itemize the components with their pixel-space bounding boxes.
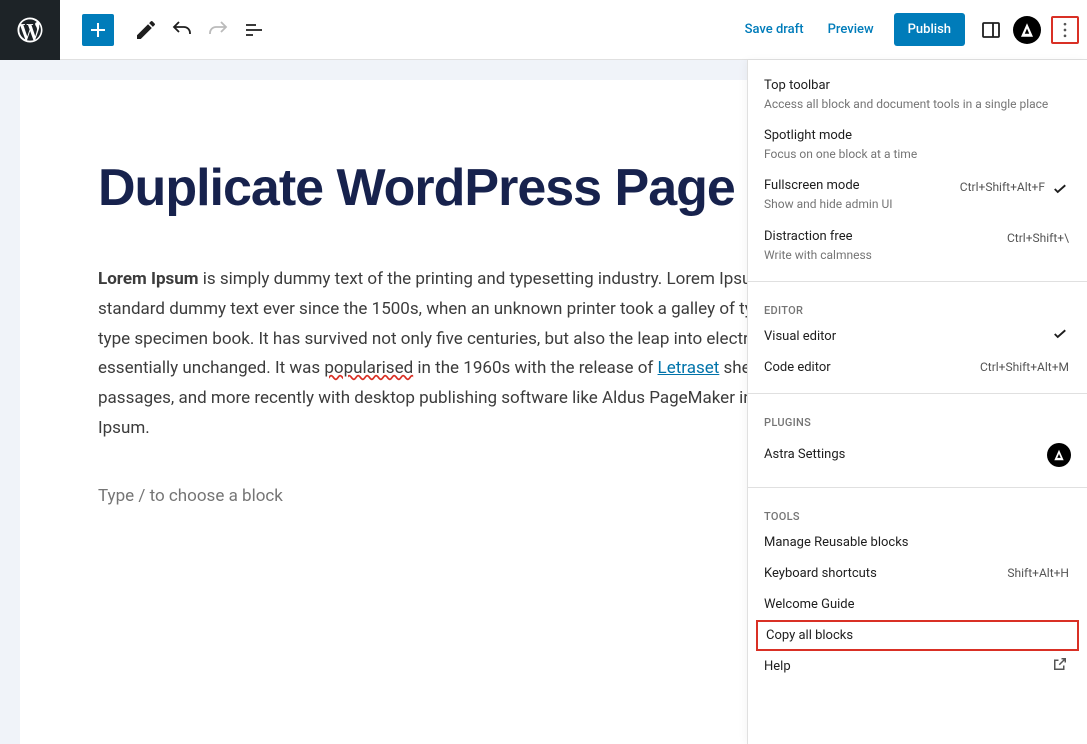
menu-section-editor: EDITOR Visual editor Code editor Ctrl+Sh… (748, 282, 1087, 394)
top-toolbar: Save draft Preview Publish (0, 0, 1087, 60)
undo-icon (170, 18, 194, 42)
document-overview-button[interactable] (236, 12, 272, 48)
spellcheck-word: popularised (324, 358, 413, 378)
more-vertical-icon (1055, 20, 1075, 40)
menu-item-copy-all-blocks[interactable]: Copy all blocks (756, 620, 1079, 651)
plus-icon (86, 18, 110, 42)
astra-plugin-button[interactable] (1013, 16, 1041, 44)
add-block-button[interactable] (82, 14, 114, 46)
save-draft-button[interactable]: Save draft (733, 14, 816, 45)
menu-item-keyboard-shortcuts[interactable]: Keyboard shortcuts Shift+Alt+H (748, 558, 1087, 589)
wordpress-icon (15, 15, 45, 45)
section-header-editor: EDITOR (748, 292, 1087, 321)
menu-item-welcome-guide[interactable]: Welcome Guide (748, 589, 1087, 620)
options-menu-button[interactable] (1051, 16, 1079, 44)
menu-shortcut: Ctrl+Shift+Alt+F (960, 180, 1045, 194)
astra-icon (1018, 21, 1036, 39)
menu-item-visual-editor[interactable]: Visual editor (748, 321, 1087, 352)
menu-item-top-toolbar[interactable]: Top toolbar Access all block and documen… (748, 70, 1087, 120)
list-icon (242, 18, 266, 42)
check-icon (1051, 180, 1069, 202)
menu-shortcut: Ctrl+Shift+Alt+M (980, 360, 1069, 374)
menu-section-view: Top toolbar Access all block and documen… (748, 60, 1087, 282)
redo-button[interactable] (200, 12, 236, 48)
check-icon (1051, 325, 1069, 347)
wordpress-logo[interactable] (0, 0, 60, 60)
astra-icon (1047, 443, 1071, 467)
menu-item-help[interactable]: Help (748, 651, 1087, 682)
section-header-tools: TOOLS (748, 498, 1087, 527)
redo-icon (206, 18, 230, 42)
publish-button[interactable]: Publish (894, 13, 965, 46)
preview-button[interactable]: Preview (816, 14, 886, 45)
menu-shortcut: Ctrl+Shift+\ (1007, 231, 1069, 245)
inline-link[interactable]: Letraset (658, 358, 720, 378)
menu-item-astra-settings[interactable]: Astra Settings (748, 433, 1087, 477)
sidebar-icon (979, 18, 1003, 42)
menu-item-code-editor[interactable]: Code editor Ctrl+Shift+Alt+M (748, 352, 1087, 383)
external-link-icon (1051, 655, 1069, 677)
edit-tool-button[interactable] (128, 12, 164, 48)
menu-item-manage-reusable-blocks[interactable]: Manage Reusable blocks (748, 527, 1087, 558)
menu-section-tools: TOOLS Manage Reusable blocks Keyboard sh… (748, 488, 1087, 692)
menu-item-distraction-free[interactable]: Distraction free Write with calmness Ctr… (748, 221, 1087, 271)
menu-shortcut: Shift+Alt+H (1007, 566, 1069, 580)
settings-sidebar-button[interactable] (973, 12, 1009, 48)
menu-section-plugins: PLUGINS Astra Settings (748, 394, 1087, 488)
section-header-plugins: PLUGINS (748, 404, 1087, 433)
paragraph-strong: Lorem Ipsum (98, 269, 199, 289)
menu-item-spotlight-mode[interactable]: Spotlight mode Focus on one block at a t… (748, 120, 1087, 170)
pencil-icon (134, 18, 158, 42)
menu-item-fullscreen-mode[interactable]: Fullscreen mode Show and hide admin UI C… (748, 170, 1087, 220)
undo-button[interactable] (164, 12, 200, 48)
options-menu: Top toolbar Access all block and documen… (747, 60, 1087, 744)
